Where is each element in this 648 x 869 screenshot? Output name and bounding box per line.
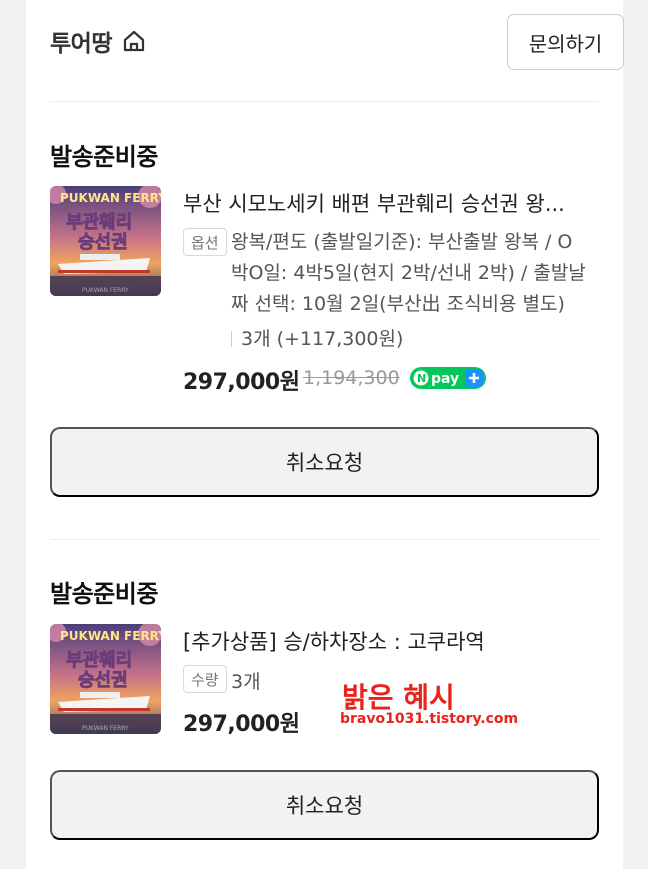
store-header: 투어땅 문의하기 (50, 14, 624, 70)
quantity-row: 3개 (+117,300원) (231, 324, 403, 351)
watermark: 밝은 혜시 bravo1031.tistory.com (340, 676, 518, 736)
svg-text:PUKWAN FERRY: PUKWAN FERRY (60, 629, 161, 643)
order-status: 발송준비중 (50, 580, 158, 608)
price: 297,000원 (183, 712, 300, 737)
product-title[interactable]: [추가상품] 승/하차장소 : 고쿠라역 (183, 626, 593, 656)
svg-text:PUKWAN FERRY: PUKWAN FERRY (82, 287, 129, 294)
price: 297,000원 (183, 370, 300, 395)
option-line: 박O일: 4박5일(현지 2박/선내 2박) / 출발날 (231, 262, 586, 284)
cancel-request-button[interactable]: 취소요청 (50, 770, 599, 840)
cancel-request-button[interactable]: 취소요청 (50, 427, 599, 497)
option-text: 왕복/편도 (출발일기준): 부산출발 왕복 / O 박O일: 4박5일(현지 … (231, 227, 601, 320)
quantity: 3개 (231, 671, 261, 693)
store-name[interactable]: 투어땅 (50, 24, 112, 58)
svg-text:pay: pay (431, 371, 459, 387)
home-icon[interactable] (122, 30, 146, 52)
watermark-title: 밝은 혜시 (342, 681, 455, 714)
separator (231, 331, 232, 347)
svg-text:N: N (417, 372, 426, 385)
watermark-url: bravo1031.tistory.com (340, 711, 519, 727)
original-price: 1,194,300 (303, 367, 400, 389)
product-title[interactable]: 부산 시모노세키 배편 부관훼리 승선권 왕... (183, 188, 593, 218)
product-thumbnail[interactable]: PUKWAN FERRY 부관훼리 승선권 PUKWAN FERRY (50, 186, 161, 296)
svg-text:승선권: 승선권 (78, 232, 128, 253)
option-line: 왕복/편도 (출발일기준): 부산출발 왕복 / O (231, 231, 573, 253)
svg-text:승선권: 승선권 (78, 670, 128, 691)
divider (50, 101, 599, 102)
divider (50, 539, 599, 540)
quantity: 3개 (+117,300원) (241, 328, 404, 350)
svg-text:부관훼리: 부관훼리 (66, 212, 132, 233)
option-tag: 옵션 (183, 228, 227, 256)
quantity-tag: 수량 (183, 665, 227, 693)
inquiry-button[interactable]: 문의하기 (507, 14, 624, 70)
order-card: 투어땅 문의하기 발송준비중 PUKWAN FERRY 부관훼리 승선권 PUK… (26, 0, 624, 869)
svg-text:PUKWAN FERRY: PUKWAN FERRY (60, 191, 161, 205)
svg-text:부관훼리: 부관훼리 (66, 650, 132, 671)
svg-text:PUKWAN FERRY: PUKWAN FERRY (82, 725, 129, 732)
product-thumbnail[interactable]: PUKWAN FERRY 부관훼리 승선권 PUKWAN FERRY (50, 624, 161, 734)
order-status: 발송준비중 (50, 143, 158, 171)
option-line: 짜 선택: 10월 2일(부산出 조식비용 별도) (231, 293, 565, 315)
npay-plus-badge: N pay (410, 367, 486, 389)
